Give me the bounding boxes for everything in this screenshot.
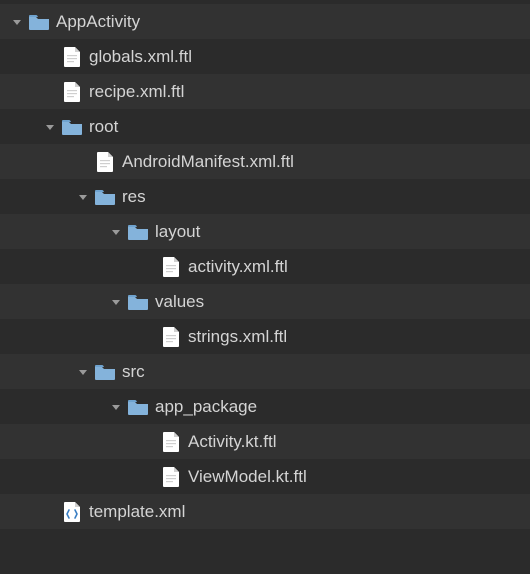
folder-icon [127,397,149,417]
file-icon [160,257,182,277]
tree-item-label: strings.xml.ftl [188,327,287,347]
file-icon [61,82,83,102]
tree-item-label: activity.xml.ftl [188,257,288,277]
folder-icon [94,187,116,207]
file-icon [160,432,182,452]
tree-item[interactable]: ViewModel.kt.ftl [0,459,530,494]
tree-item[interactable]: app_package [0,389,530,424]
tree-item-label: src [122,362,145,382]
folder-icon [94,362,116,382]
tree-item-label: globals.xml.ftl [89,47,192,67]
disclosure-triangle-icon[interactable] [8,13,26,31]
tree-item-label: AppActivity [56,12,140,32]
file-icon [61,47,83,67]
tree-item[interactable]: Activity.kt.ftl [0,424,530,459]
disclosure-triangle-icon[interactable] [107,293,125,311]
disclosure-triangle-icon[interactable] [74,188,92,206]
tree-item[interactable]: strings.xml.ftl [0,319,530,354]
file-icon [94,152,116,172]
tree-item[interactable]: values [0,284,530,319]
tree-item[interactable]: AndroidManifest.xml.ftl [0,144,530,179]
tree-item[interactable]: activity.xml.ftl [0,249,530,284]
tree-item-label: res [122,187,146,207]
tree-item-label: layout [155,222,200,242]
tree-item-label: recipe.xml.ftl [89,82,184,102]
file-tree: AppActivity globals.xml.ftl recipe.xml.f… [0,0,530,533]
tree-item[interactable]: res [0,179,530,214]
tree-item-label: ViewModel.kt.ftl [188,467,307,487]
folder-icon [127,222,149,242]
tree-item-label: Activity.kt.ftl [188,432,276,452]
tree-item-label: app_package [155,397,257,417]
tree-item[interactable]: recipe.xml.ftl [0,74,530,109]
folder-icon [127,292,149,312]
folder-icon [61,117,83,137]
disclosure-triangle-icon[interactable] [74,363,92,381]
disclosure-triangle-icon[interactable] [41,118,59,136]
tree-item-label: AndroidManifest.xml.ftl [122,152,294,172]
tree-item[interactable]: src [0,354,530,389]
tree-item[interactable]: template.xml [0,494,530,529]
disclosure-triangle-icon[interactable] [107,398,125,416]
tree-item[interactable]: globals.xml.ftl [0,39,530,74]
file-icon [160,467,182,487]
tree-item-label: template.xml [89,502,185,522]
tree-item[interactable]: AppActivity [0,4,530,39]
file-icon [160,327,182,347]
tree-item[interactable]: root [0,109,530,144]
tree-item-label: root [89,117,118,137]
xml-file-icon [61,502,83,522]
tree-item-label: values [155,292,204,312]
disclosure-triangle-icon[interactable] [107,223,125,241]
folder-icon [28,12,50,32]
tree-item[interactable]: layout [0,214,530,249]
